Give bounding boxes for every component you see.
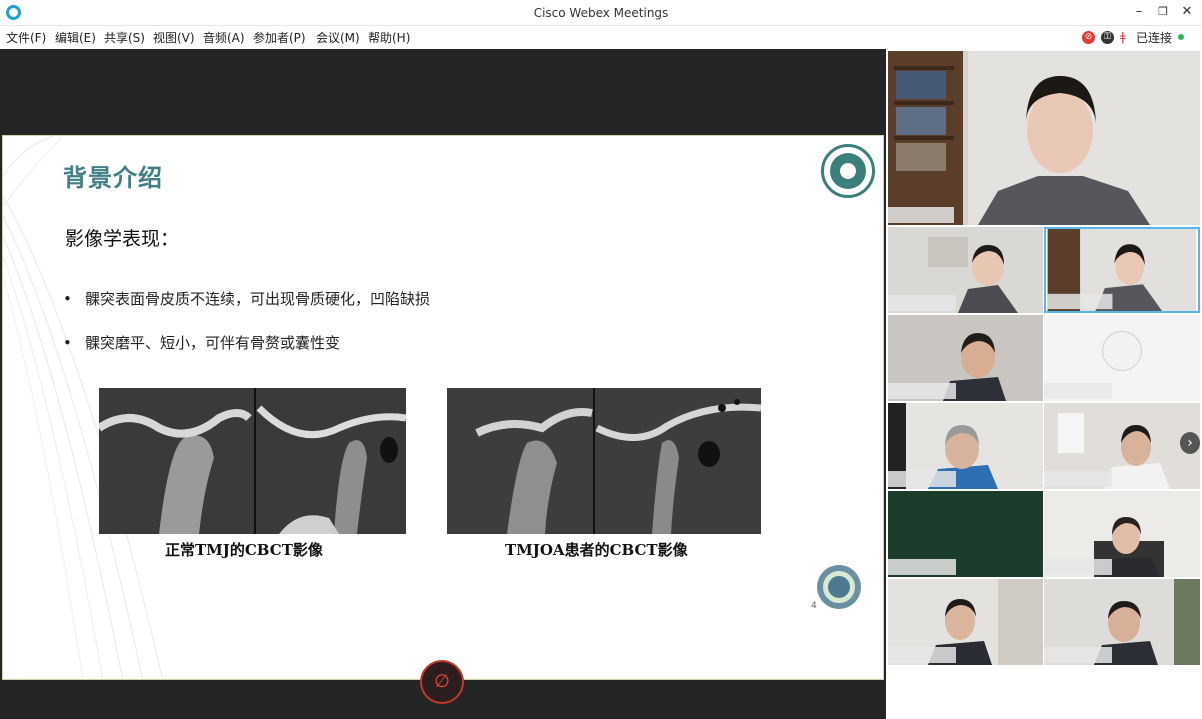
window-title: Cisco Webex Meetings <box>533 6 669 20</box>
presentation-slide: 背景介绍 影像学表现： • 髁突表面骨皮质不连续，可出现骨质硬化，凹陷缺损 • 髁突… <box>2 135 884 680</box>
participant-video-tile[interactable] <box>1044 227 1200 313</box>
participant-video-tile[interactable] <box>1044 491 1200 577</box>
bullet-item: • 髁突磨平、短小，可伴有骨赘或囊性变 <box>63 334 341 352</box>
mic-muted-icon[interactable]: ǂ <box>1120 30 1130 44</box>
participant-name-label <box>888 559 956 575</box>
menu-share[interactable]: 共享(S) <box>104 29 145 46</box>
participant-video-tile[interactable] <box>888 227 1043 313</box>
menu-file[interactable]: 文件(F) <box>6 29 46 46</box>
chevron-right-icon[interactable]: › <box>1180 432 1200 454</box>
bullet-text: 髁突磨平、短小，可伴有骨赘或囊性变 <box>85 334 341 352</box>
menu-view[interactable]: 视图(V) <box>153 29 195 46</box>
slide-badge-logo <box>817 565 861 609</box>
participant-video-tile[interactable] <box>888 491 1043 577</box>
participant-video-tile[interactable] <box>888 315 1043 401</box>
menu-edit[interactable]: 编辑(E) <box>55 29 96 46</box>
participant-video-grid <box>886 49 1202 719</box>
tmjoa-cbct-image <box>447 388 761 534</box>
restore-icon[interactable]: ❐ <box>1152 3 1174 21</box>
shared-content-stage[interactable]: 背景介绍 影像学表现： • 髁突表面骨皮质不连续，可出现骨质硬化，凹陷缺损 • 髁突… <box>0 49 886 719</box>
slide-page-number: 4 <box>811 601 817 611</box>
menu-help[interactable]: 帮助(H) <box>368 29 410 46</box>
menu-participants[interactable]: 参加者(P) <box>253 29 306 46</box>
slide-title: 背景介绍 <box>63 164 163 192</box>
normal-tmj-cbct-image <box>99 388 406 534</box>
connection-status: ⊘ ⚿ ǂ 已连接 <box>1082 29 1185 45</box>
participant-video-tile[interactable] <box>1044 403 1200 489</box>
connected-label: 已连接 <box>1136 30 1173 45</box>
mute-microphone-icon[interactable]: ∅ <box>420 660 464 704</box>
participant-video-tile[interactable] <box>888 579 1043 665</box>
bullet-item: • 髁突表面骨皮质不连续，可出现骨质硬化，凹陷缺损 <box>63 290 431 308</box>
default-avatar-icon <box>1102 331 1142 371</box>
image-caption: 正常TMJ的CBCT影像 <box>165 541 323 559</box>
participant-video-tile[interactable] <box>1044 579 1200 665</box>
minimize-icon[interactable]: – <box>1128 3 1150 21</box>
participant-name-label <box>1044 383 1112 399</box>
close-icon[interactable]: ✕ <box>1176 3 1198 21</box>
image-caption: TMJOA患者的CBCT影像 <box>505 541 688 559</box>
slide-subtitle: 影像学表现： <box>65 228 180 250</box>
title-bar: Cisco Webex Meetings – ❐ ✕ <box>0 0 1202 26</box>
menu-meeting[interactable]: 会议(M) <box>316 29 360 46</box>
connected-dot-icon <box>1178 34 1185 40</box>
active-speaker-video[interactable] <box>888 51 1200 225</box>
university-logo <box>821 144 875 198</box>
bullet-text: 髁突表面骨皮质不连续，可出现骨质硬化，凹陷缺损 <box>85 290 431 308</box>
lock-icon[interactable]: ⚿ <box>1101 30 1114 44</box>
participant-no-video-tile[interactable] <box>1044 315 1200 401</box>
recording-icon[interactable]: ⊘ <box>1082 30 1095 44</box>
menu-bar: 文件(F) 编辑(E) 共享(S) 视图(V) 音频(A) 参加者(P) 会议(… <box>0 26 1202 48</box>
menu-audio[interactable]: 音频(A) <box>203 29 245 46</box>
participant-video-tile[interactable] <box>888 403 1043 489</box>
